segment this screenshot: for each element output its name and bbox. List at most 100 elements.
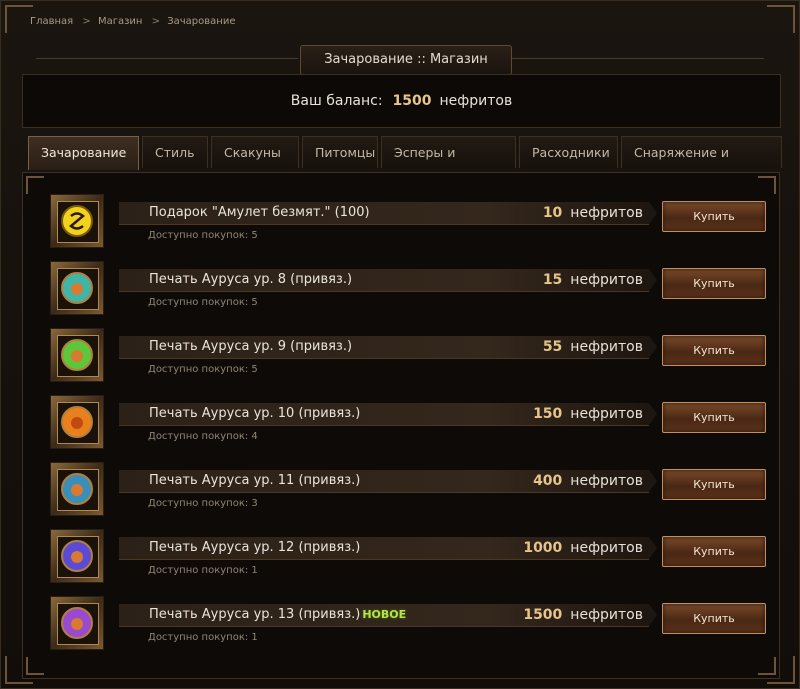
purchases-available: Доступно покупок: 5 [148, 230, 258, 241]
item-name: Печать Ауруса ур. 13 (привяз.) НОВОЕ [149, 604, 406, 626]
item-price: 150 нефритов [502, 403, 643, 425]
breadcrumb-home[interactable]: Главная [30, 16, 73, 27]
frame-corner [767, 5, 795, 33]
purchases-available: Доступно покупок: 1 [148, 565, 258, 576]
buy-button[interactable]: Купить [662, 268, 766, 299]
purchases-available: Доступно покупок: 5 [148, 297, 258, 308]
list-item: Подарок "Амулет безмят." (100) 10 нефрито… [45, 193, 766, 253]
buy-button[interactable]: Купить [662, 469, 766, 500]
panel-corner [26, 657, 44, 675]
breadcrumb-separator: > [82, 16, 91, 27]
panel-corner [758, 176, 776, 194]
purchases-available: Доступно покупок: 4 [148, 431, 258, 442]
list-item: Печать Ауруса ур. 10 (привяз.) 150 нефрит… [45, 394, 766, 454]
item-bar: Подарок "Амулет безмят." (100) 10 нефрито… [119, 202, 657, 225]
purchases-available: Доступно покупок: 5 [148, 364, 258, 375]
item-price: 400 нефритов [502, 470, 643, 492]
divider [36, 58, 298, 59]
item-bar: Печать Ауруса ур. 8 (привяз.) 15 нефритов [119, 269, 657, 292]
item-price: 55 нефритов [502, 336, 643, 358]
balance-panel: Ваш баланс: 1500 нефритов [22, 74, 781, 128]
price-value: 15 [542, 272, 563, 288]
breadcrumb-separator: > [151, 16, 161, 27]
breadcrumb: Главная > Магазин > Зачарование [30, 16, 242, 27]
item-bar: Печать Ауруса ур. 12 (привяз.) 1000 нефри… [119, 537, 657, 560]
price-currency: нефритов [570, 607, 643, 623]
panel-corner [26, 176, 44, 194]
purchases-available: Доступно покупок: 3 [148, 498, 258, 509]
price-value: 55 [542, 339, 563, 355]
page-title: Зачарование :: Магазин [300, 45, 512, 75]
divider [512, 58, 764, 59]
balance-amount: 1500 [392, 93, 432, 109]
buy-button[interactable]: Купить [662, 536, 766, 567]
item-slot[interactable] [51, 262, 103, 314]
breadcrumb-shop[interactable]: Магазин [98, 16, 143, 27]
item-list: Подарок "Амулет безмят." (100) 10 нефрито… [22, 172, 780, 679]
item-slot[interactable] [51, 597, 103, 649]
item-name-text: Печать Ауруса ур. 13 (привяз.) [149, 607, 361, 622]
tab-espers-flight[interactable]: Эсперы и полеты [381, 136, 516, 192]
item-slot[interactable] [51, 530, 103, 582]
list-item: Печать Ауруса ур. 9 (привяз.) 55 нефритов… [45, 327, 766, 387]
buy-button[interactable]: Купить [662, 335, 766, 366]
price-value: 150 [533, 406, 563, 422]
price-value: 1500 [523, 607, 563, 623]
buy-button[interactable]: Купить [662, 402, 766, 433]
item-name: Печать Ауруса ур. 9 (привяз.) [149, 339, 353, 354]
price-value: 400 [533, 473, 563, 489]
price-value: 10 [542, 205, 563, 221]
list-item: Печать Ауруса ур. 8 (привяз.) 15 нефритов… [45, 260, 766, 320]
item-price: 1000 нефритов [502, 537, 643, 559]
seal-icon [61, 540, 93, 572]
item-slot[interactable] [51, 396, 103, 448]
panel-corner [758, 657, 776, 675]
list-item: Печать Ауруса ур. 12 (привяз.) 1000 нефри… [45, 528, 766, 588]
item-price: 1500 нефритов [502, 604, 643, 626]
seal-icon [61, 272, 93, 304]
item-name: Подарок "Амулет безмят." (100) [149, 205, 370, 220]
category-tabs: Зачарование Стиль Скакуны Питомцы Эсперы… [28, 136, 785, 192]
breadcrumb-current: Зачарование [167, 16, 236, 27]
price-currency: нефритов [570, 272, 643, 288]
price-currency: нефритов [570, 540, 643, 556]
item-slot[interactable] [51, 195, 103, 247]
item-name: Печать Ауруса ур. 12 (привяз.) [149, 540, 361, 555]
price-currency: нефритов [570, 205, 643, 221]
item-bar: Печать Ауруса ур. 10 (привяз.) 150 нефрит… [119, 403, 657, 426]
item-price: 15 нефритов [502, 269, 643, 291]
tab-consumables[interactable]: Расходники [519, 136, 618, 168]
tab-equipment[interactable]: Снаряжение и прочее [621, 136, 782, 192]
seal-icon [61, 473, 93, 505]
price-currency: нефритов [570, 406, 643, 422]
buy-button[interactable]: Купить [662, 201, 766, 232]
item-bar: Печать Ауруса ур. 13 (привяз.) НОВОЕ 1500… [119, 604, 657, 627]
item-name: Печать Ауруса ур. 10 (привяз.) [149, 406, 361, 421]
tab-enchant[interactable]: Зачарование [28, 136, 139, 170]
item-slot[interactable] [51, 329, 103, 381]
seal-icon [61, 607, 93, 639]
buy-button[interactable]: Купить [662, 603, 766, 634]
item-name: Печать Ауруса ур. 11 (привяз.) [149, 473, 361, 488]
list-item: Печать Ауруса ур. 13 (привяз.) НОВОЕ 1500… [45, 595, 766, 655]
item-bar: Печать Ауруса ур. 11 (привяз.) 400 нефрит… [119, 470, 657, 493]
purchases-available: Доступно покупок: 1 [148, 632, 258, 643]
seal-icon [61, 406, 93, 438]
balance-currency: нефритов [439, 93, 513, 109]
price-currency: нефритов [570, 473, 643, 489]
seal-icon [61, 339, 93, 371]
price-value: 1000 [523, 540, 563, 556]
amulet-icon [61, 205, 93, 237]
frame-corner [5, 5, 33, 33]
balance-label: Ваш баланс: [290, 93, 383, 109]
list-item: Печать Ауруса ур. 11 (привяз.) 400 нефрит… [45, 461, 766, 521]
item-slot[interactable] [51, 463, 103, 515]
tab-style[interactable]: Стиль [142, 136, 208, 168]
tab-mounts[interactable]: Скакуны [211, 136, 299, 168]
item-bar: Печать Ауруса ур. 9 (привяз.) 55 нефритов [119, 336, 657, 359]
item-price: 10 нефритов [502, 202, 643, 224]
tab-pets[interactable]: Питомцы [302, 136, 378, 168]
new-badge: НОВОЕ [362, 608, 407, 621]
price-currency: нефритов [570, 339, 643, 355]
item-name: Печать Ауруса ур. 8 (привяз.) [149, 272, 353, 287]
